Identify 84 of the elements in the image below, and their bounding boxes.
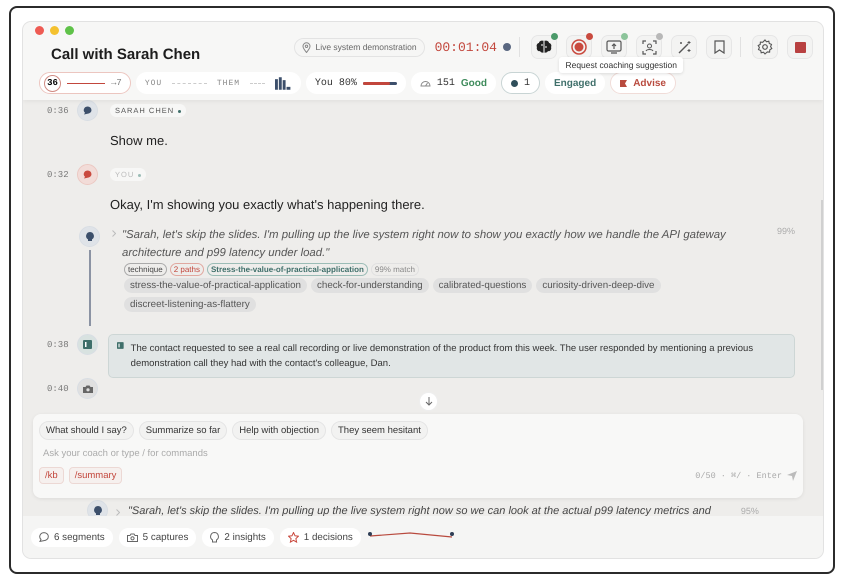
call-timer: 00:01:04 [434,40,497,54]
document-icon [83,340,92,349]
char-counter: 0/50 · ⌘/ · Enter [695,470,782,480]
magic-wand-button[interactable] [671,35,697,59]
tooltip: Request coaching suggestion [559,57,683,73]
timestamp: 0:32 [47,169,70,180]
them-label: THEM [216,78,240,88]
tag: 99% match [370,263,419,276]
bookmark-icon [714,40,724,54]
bookmark-button[interactable] [706,35,732,59]
technique-chip[interactable]: stress-the-value-of-practical-application [124,278,307,293]
star-icon [288,532,299,542]
stat-pill[interactable]: 1 decisions [280,528,361,546]
gauge-icon [420,79,431,87]
suggested-quote: "Sarah, let's skip the slides. I'm pulling up the live system right now to show you exactly how we handle the API gateway architecture and p99 latency under load." [122,228,728,261]
flag-icon [620,80,628,86]
stat-pill[interactable]: 2 insights [202,528,274,546]
alert-count: 1 [524,78,530,88]
technique-chip[interactable]: check-for-understanding [310,278,429,293]
status-dot [178,110,182,113]
you-label: YOU [144,78,162,88]
summary-text: The contact requested to see a real call recording or live demonstration of the product from this week. The user responded by mentioning a previous demonstration call they had with the contact's colleague, Dan. [130,342,754,371]
ratio-label: You 80% [314,78,357,88]
scroll-down-button[interactable] [419,392,438,411]
document-icon [117,341,124,350]
window-title: Call with Sarah Chen [51,46,200,62]
scenario-pill: Live system demonstration [294,38,425,56]
utterance-text: Show me. [110,133,169,148]
settings-button[interactable] [752,35,778,59]
record-button[interactable] [566,35,592,59]
lightbulb-icon [210,532,220,542]
status-dot [138,174,142,177]
timestamp: 0:40 [47,383,70,394]
arrow-down-icon [424,397,432,406]
command-chip[interactable]: /summary [68,467,122,484]
suggestion-chip[interactable]: What should I say? [39,421,134,440]
chat-bubble-icon [39,532,49,542]
camera-icon [126,532,138,542]
technique-chip[interactable]: discreet-listening-as-flattery [124,297,256,312]
tag: Stress-the-value-of-practical-application [206,263,368,276]
suggestion-chip[interactable]: They seem hesitant [330,421,428,440]
speech-bubble-icon [83,170,92,179]
window-controls-icon[interactable] [35,26,74,35]
technique-chip[interactable]: curiosity-driven-deep-dive [536,278,660,293]
utterance-text: Okay, I'm showing you exactly what's happening there. [110,197,426,212]
timestamp: 0:36 [47,105,70,116]
timestamp: 0:38 [47,339,70,350]
stop-icon [794,42,806,52]
face-scan-icon [642,40,656,54]
suggestion-chip[interactable]: Summarize so far [138,421,228,440]
location-pin-icon [302,42,312,52]
face-scan-button[interactable] [636,35,662,59]
bar-chart-icon [275,76,292,90]
advise-tag: Advise [610,72,676,94]
speech-bubble-icon [83,106,92,115]
stat-pill[interactable]: 6 segments [31,528,113,546]
stop-button[interactable] [787,35,813,59]
tag: 2 paths [170,263,204,276]
alert-icon [510,80,518,86]
suggested-quote: "Sarah, let's skip the slides. I'm pulling up the live system right now so we can look at the actual p99 latency metrics and [128,504,711,516]
screen-upload-icon [606,40,622,54]
command-chip[interactable]: /kb [39,467,64,484]
brain-icon [536,40,552,54]
stat-pill[interactable]: 5 captures [118,528,196,546]
pace-status: Good [460,78,487,88]
lightbulb-icon [86,232,94,242]
record-icon [571,39,587,55]
settings-icon [757,39,773,55]
target-value: →7 [111,78,122,88]
screen-share-button[interactable] [601,35,627,59]
score-value: 36 [44,74,61,92]
tag: technique [124,263,167,276]
pace-value: 151 [436,78,455,88]
match-score: 99% [776,226,795,238]
alert-count-pill[interactable]: 1 [500,72,540,94]
suggestion-chip[interactable]: Help with objection [232,421,326,440]
lightbulb-icon [94,506,102,516]
technique-chip[interactable]: calibrated-questions [432,278,532,293]
engagement-tag: Engaged [544,72,606,94]
magic-wand-icon [676,40,692,54]
match-score: 95% [740,506,759,516]
brain-icon-button[interactable] [531,35,557,59]
camera-icon [82,384,92,392]
coach-input[interactable]: Ask your coach or type / for commands [39,446,797,461]
